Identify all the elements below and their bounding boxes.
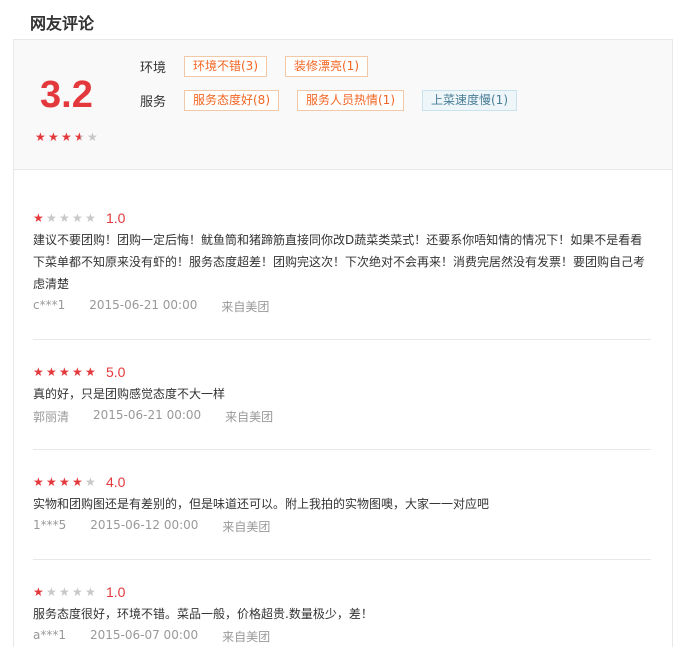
review-rating: 4.0 xyxy=(106,474,126,490)
star-icon: ★ xyxy=(46,475,57,489)
review-rating: 5.0 xyxy=(106,364,126,380)
review-user: a***1 xyxy=(33,628,66,642)
review-meta: 1***5 2015-06-12 00:00 来自美团 xyxy=(33,518,651,535)
review-meta: c***1 2015-06-21 00:00 来自美团 xyxy=(33,298,651,315)
tag-staff-friendly[interactable]: 服务人员热情(1) xyxy=(297,90,404,111)
tag-decoration-pretty[interactable]: 装修漂亮(1) xyxy=(285,56,368,77)
review-user: 郭丽清 xyxy=(33,410,70,424)
tag-service-good[interactable]: 服务态度好(8) xyxy=(184,90,279,111)
review-rating: 1.0 xyxy=(106,584,126,600)
tag-serving-slow[interactable]: 上菜速度慢(1) xyxy=(422,90,517,111)
star-icon: ★ xyxy=(85,365,96,379)
review-stars: ★ ★ ★ ★ ★ xyxy=(33,476,98,488)
review-text: 服务态度很好，环境不错。菜品一般，价格超贵.数量极少，差！ xyxy=(33,607,373,621)
review-user: 1***5 xyxy=(33,518,67,532)
tag-category-label: 服务 xyxy=(140,95,167,110)
review-text: 实物和团购图还是有差别的，但是味道还可以。附上我拍的实物图噢，大家一一对应吧 xyxy=(33,497,490,511)
review-text: 建议不要团购！团购一定后悔！鱿鱼筒和猪蹄筋直接同你改D蔬菜类菜式！还要系你唔知情… xyxy=(33,233,646,291)
star-icon: ★ xyxy=(35,130,46,144)
overall-score: 3.2 xyxy=(40,74,93,116)
tag-environment-good[interactable]: 环境不错(3) xyxy=(184,56,267,77)
review-time: 2015-06-21 00:00 xyxy=(89,298,198,312)
review-item: ★ ★ ★ ★ ★ 1.0 服务态度很好，环境不错。菜品一般，价格超贵.数量极少… xyxy=(33,583,651,645)
review-rating: 1.0 xyxy=(106,210,126,226)
star-icon: ★ xyxy=(72,365,83,379)
review-user: c***1 xyxy=(33,298,66,312)
star-icon: ★ xyxy=(33,365,44,379)
review-meta: 郭丽清 2015-06-21 00:00 来自美团 xyxy=(33,408,651,425)
star-empty-icon: ★ xyxy=(85,211,96,225)
star-empty-icon: ★ xyxy=(46,211,57,225)
review-item: ★ ★ ★ ★ ★ 1.0 建议不要团购！团购一定后悔！鱿鱼筒和猪蹄筋直接同你改… xyxy=(33,209,651,315)
list-border-left xyxy=(13,170,14,647)
star-icon: ★ xyxy=(61,130,72,144)
review-stars: ★ ★ ★ ★ ★ xyxy=(33,212,98,224)
star-empty-icon: ★ xyxy=(87,130,98,144)
star-icon: ★ xyxy=(33,475,44,489)
review-item: ★ ★ ★ ★ ★ 5.0 真的好，只是团购感觉态度不大一样 郭丽清 2015-… xyxy=(33,363,651,425)
star-half-icon: ★ xyxy=(74,131,87,143)
tag-group-service: 服务 服务态度好(8) 服务人员热情(1) 上菜速度慢(1) xyxy=(140,90,535,111)
star-empty-icon: ★ xyxy=(85,475,96,489)
tag-group-environment: 环境 环境不错(3) 装修漂亮(1) xyxy=(140,56,386,77)
review-time: 2015-06-07 00:00 xyxy=(90,628,199,642)
list-border-right xyxy=(672,170,673,647)
tag-category-label: 环境 xyxy=(140,61,167,76)
overall-stars: ★ ★ ★ ★ ★ xyxy=(35,131,100,143)
star-icon: ★ xyxy=(33,211,44,225)
review-source: 来自美团 xyxy=(222,520,271,534)
divider xyxy=(33,339,651,340)
review-time: 2015-06-21 00:00 xyxy=(93,408,202,422)
review-meta: a***1 2015-06-07 00:00 来自美团 xyxy=(33,628,651,645)
divider xyxy=(33,559,651,560)
review-stars: ★ ★ ★ ★ ★ xyxy=(33,366,98,378)
star-icon: ★ xyxy=(46,365,57,379)
rating-summary: 3.2 ★ ★ ★ ★ ★ 环境 环境不错(3) 装修漂亮(1) 服务 服务态度… xyxy=(13,39,673,170)
star-empty-icon: ★ xyxy=(72,211,83,225)
star-empty-icon: ★ xyxy=(46,585,57,599)
star-icon: ★ xyxy=(48,130,59,144)
review-stars: ★ ★ ★ ★ ★ xyxy=(33,586,98,598)
star-empty-icon: ★ xyxy=(72,585,83,599)
review-item: ★ ★ ★ ★ ★ 4.0 实物和团购图还是有差别的，但是味道还可以。附上我拍的… xyxy=(33,473,651,535)
star-empty-icon: ★ xyxy=(59,211,70,225)
review-source: 来自美团 xyxy=(221,300,270,314)
star-empty-icon: ★ xyxy=(59,585,70,599)
star-empty-icon: ★ xyxy=(85,585,96,599)
star-icon: ★ xyxy=(59,475,70,489)
star-icon: ★ xyxy=(59,365,70,379)
section-title: 网友评论 xyxy=(30,14,95,33)
review-text: 真的好，只是团购感觉态度不大一样 xyxy=(33,387,226,401)
review-source: 来自美团 xyxy=(222,630,271,644)
star-icon: ★ xyxy=(72,475,83,489)
review-time: 2015-06-12 00:00 xyxy=(90,518,199,532)
divider xyxy=(33,449,651,450)
star-icon: ★ xyxy=(33,585,44,599)
review-source: 来自美团 xyxy=(225,410,274,424)
